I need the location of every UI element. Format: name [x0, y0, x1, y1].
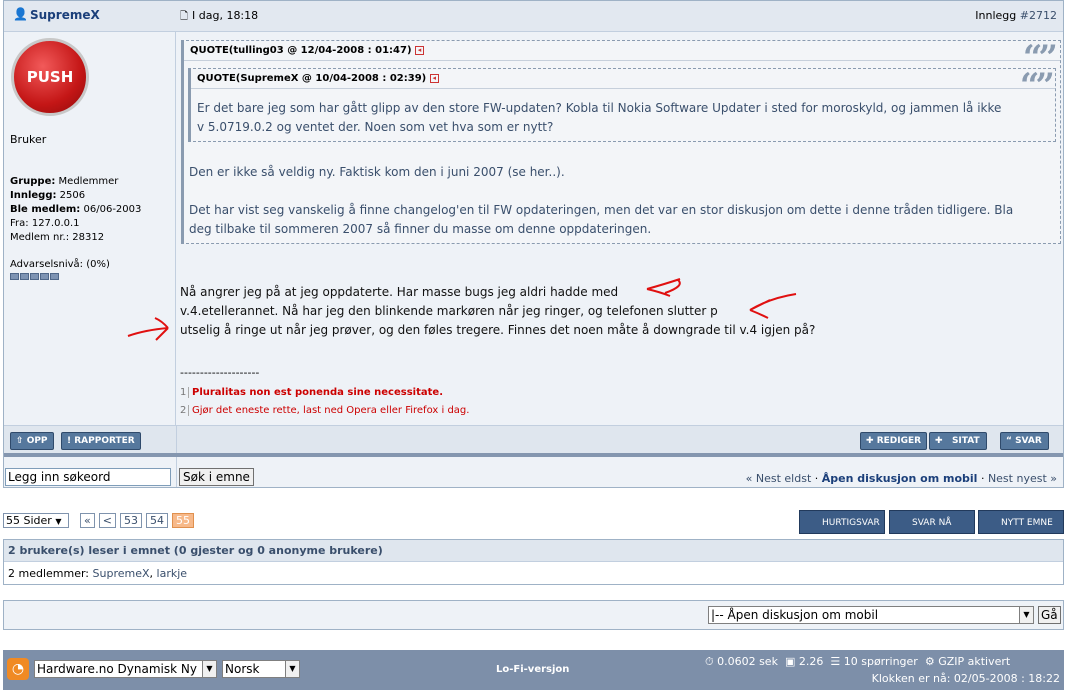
quote-button[interactable]: ✚ SITAT: [929, 432, 987, 450]
pagination: 55 Sider ▼ « < 53 54 55: [3, 512, 194, 528]
skin-select[interactable]: Hardware.no Dynamisk Ny ▼: [34, 660, 217, 678]
signature: 1 Pluralitas non est ponenda sine necessi…: [180, 387, 470, 416]
user-link[interactable]: SupremeX: [93, 567, 150, 580]
reply-now-button[interactable]: SVAR NÅ: [889, 510, 975, 534]
prev-topic-link[interactable]: « Nest eldst: [746, 472, 812, 485]
server-stats: ⏱ 0.0602 sek ▣ 2.26 ☰ 10 spørringer ⚙ GZ…: [705, 655, 1011, 668]
topic-nav: « Nest eldst · Åpen diskusjon om mobil ·…: [745, 472, 1057, 485]
post-content: QUOTE(tulling03 @ 12/04-2008 : 01:47) ◂ …: [176, 32, 1063, 425]
database-icon: ☰: [830, 655, 841, 668]
search-row: Søk i emne « Nest eldst · Åpen diskusjon…: [3, 457, 1064, 488]
first-page-link[interactable]: «: [80, 512, 95, 528]
quote-inner-text: Er det bare jeg som har gått glipp av de…: [197, 101, 1002, 134]
post-date: I dag, 18:18: [192, 9, 259, 22]
forum-jump-bar: |-- Åpen diskusjon om mobil ▼ Gå: [3, 600, 1064, 630]
edit-button[interactable]: ✚ REDIGER: [860, 432, 928, 450]
rss-icon[interactable]: ◔: [7, 658, 29, 680]
language-select[interactable]: Norsk ▼: [222, 660, 300, 678]
footer: ◔ Hardware.no Dynamisk Ny ▼ Norsk ▼ Lo-Fi-…: [3, 650, 1064, 690]
prev-page-link[interactable]: <: [98, 512, 116, 528]
warn-boxes: [10, 273, 59, 280]
gzip-icon: ⚙: [924, 655, 935, 668]
author-panel: 👤 SupremeX PUSH Bruker Gruppe: Medlemmer…: [4, 1, 176, 425]
author-role: Bruker: [10, 133, 47, 146]
quote-inner-header: QUOTE(SupremeX @ 10/04-2008 : 02:39) ◂: [191, 69, 1055, 89]
post-number[interactable]: Innlegg #2712: [975, 9, 1057, 22]
quote-outer-text: Den er ikke så veldig ny. Faktisk kom de…: [189, 165, 1014, 236]
quote-outer-header: QUOTE(tulling03 @ 12/04-2008 : 01:47) ◂: [184, 41, 1060, 61]
user-link[interactable]: larkje: [157, 567, 188, 580]
load-icon: ▣: [784, 655, 796, 668]
report-button[interactable]: ! RAPPORTER: [61, 432, 141, 450]
post: 👤 SupremeX PUSH Bruker Gruppe: Medlemmer…: [3, 0, 1064, 457]
page-link[interactable]: 53: [119, 512, 142, 528]
quote-link-icon[interactable]: ◂: [415, 45, 424, 55]
search-input[interactable]: [5, 468, 171, 486]
quote-link-icon[interactable]: ◂: [429, 73, 439, 83]
signature-separator: --------------------: [180, 366, 260, 379]
quote-icon: “”: [1019, 66, 1055, 106]
new-topic-button[interactable]: NYTT EMNE: [978, 510, 1064, 534]
readers-box: 2 brukere(s) leser i emnet (0 gjester og…: [3, 539, 1064, 585]
clock: Klokken er nå: 02/05-2008 : 18:22: [871, 672, 1060, 685]
search-button[interactable]: Søk i emne: [179, 468, 254, 486]
user-icon: 👤: [13, 7, 28, 21]
forum-jump-select[interactable]: |-- Åpen diskusjon om mobil ▼: [708, 606, 1034, 624]
time-icon: ⏱: [705, 655, 714, 668]
go-button[interactable]: Gå: [1038, 606, 1061, 624]
top-button[interactable]: ⇧ OPP: [10, 432, 54, 450]
reply-button[interactable]: “ SVAR: [1000, 432, 1049, 450]
post-buttons-bar: ⇧ OPP ! RAPPORTER ✚ REDIGER ✚ SITAT “ SV…: [4, 425, 1063, 454]
author-name[interactable]: SupremeX: [30, 8, 100, 22]
readers-list: 2 medlemmer: SupremeX, larkje: [8, 567, 188, 580]
quote-inner: QUOTE(SupremeX @ 10/04-2008 : 02:39) ◂ “…: [188, 68, 1056, 142]
annotation-arrows: [127, 278, 797, 341]
pages-dropdown[interactable]: 55 Sider ▼: [3, 512, 69, 528]
page-link[interactable]: 54: [145, 512, 168, 528]
next-topic-link[interactable]: Nest nyest »: [988, 472, 1057, 485]
author-stats: Gruppe: Medlemmer Innlegg: 2506 Ble medl…: [10, 176, 142, 243]
warn-level: Advarselsnivå: (0%): [10, 259, 110, 270]
readers-title: 2 brukere(s) leser i emnet (0 gjester og…: [4, 540, 1063, 562]
quick-reply-button[interactable]: HURTIGSVAR: [799, 510, 885, 534]
post-header: 🗋 I dag, 18:18 Innlegg #2712: [176, 1, 1063, 32]
avatar: PUSH: [11, 38, 89, 116]
current-page: 55: [171, 512, 194, 528]
author-header: 👤 SupremeX: [4, 1, 176, 32]
page-icon: 🗋: [180, 11, 189, 22]
quote-outer: QUOTE(tulling03 @ 12/04-2008 : 01:47) ◂ …: [181, 40, 1061, 244]
forum-link[interactable]: Åpen diskusjon om mobil: [822, 472, 978, 485]
lofi-link[interactable]: Lo-Fi-versjon: [496, 664, 569, 675]
